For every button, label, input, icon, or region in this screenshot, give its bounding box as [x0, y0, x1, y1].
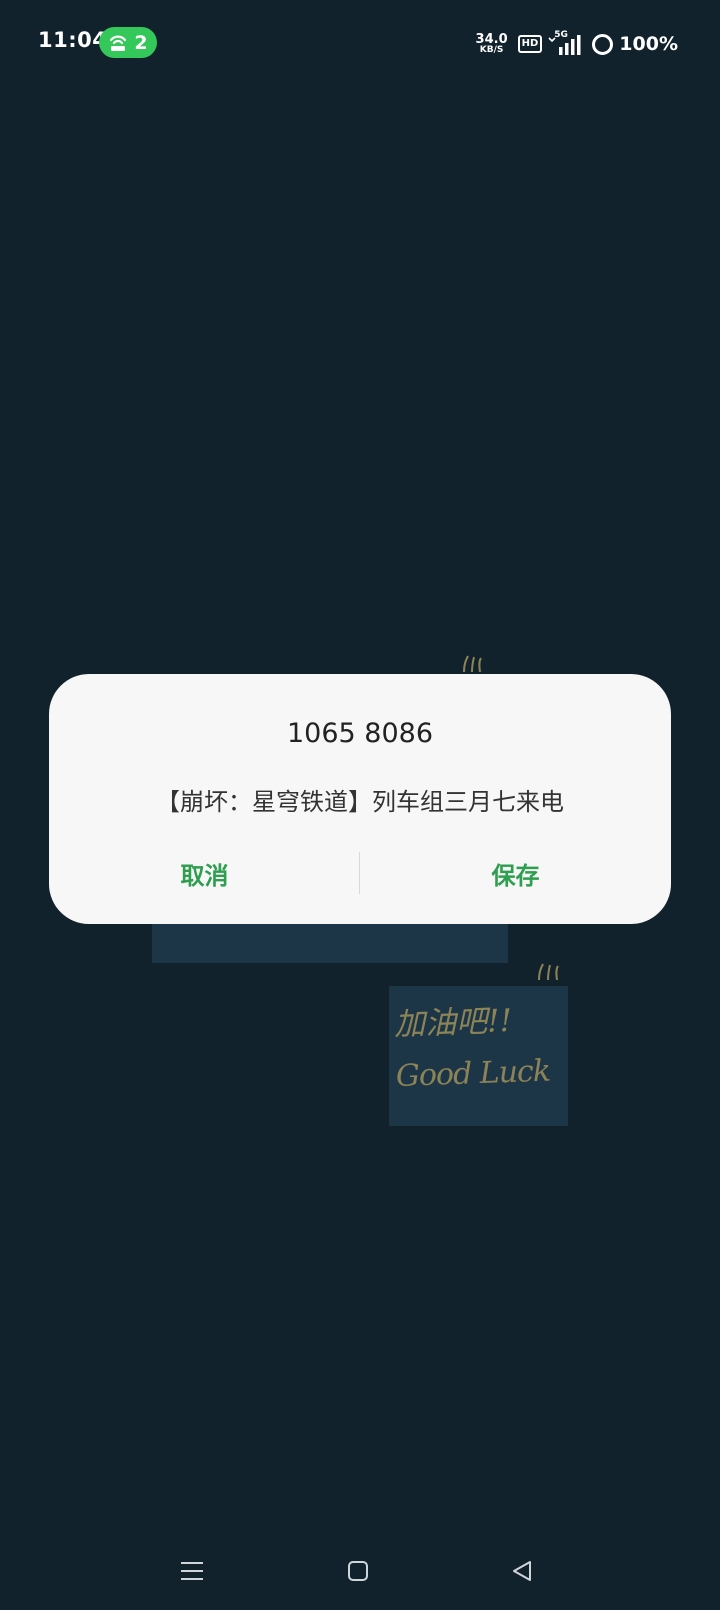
wallpaper-note-good-luck: 加油吧!! Good Luck: [389, 986, 568, 1126]
sprout-doodle-icon: [538, 963, 559, 981]
note-line-2: Good Luck: [395, 1053, 551, 1094]
save-button[interactable]: 保存: [360, 850, 671, 896]
cancel-button[interactable]: 取消: [49, 850, 360, 896]
status-time: 11:04: [38, 28, 108, 52]
home-icon: [348, 1561, 368, 1581]
menu-icon: [181, 1562, 203, 1580]
hotspot-icon: [110, 35, 127, 51]
navigation-bar: [0, 1548, 720, 1594]
incoming-message-dialog: 1065 8086 【崩坏：星穹铁道】列车组三月七来电 取消 保存: [49, 674, 671, 924]
signal-bars-icon: [548, 35, 581, 55]
dialog-title: 1065 8086: [286, 718, 433, 749]
note-line-1: 加油吧!!: [393, 1002, 513, 1043]
status-bar: 11:04 2 34.0 KB/S HD 5G 100%: [0, 0, 720, 88]
signal-indicator: 5G: [548, 30, 584, 56]
home-button[interactable]: [335, 1548, 381, 1594]
sprout-doodle-icon: [463, 655, 482, 673]
battery-ring-icon: [592, 33, 614, 55]
good-luck-handwriting: 加油吧!! Good Luck: [393, 993, 567, 1103]
network-speed-unit: KB/S: [479, 45, 504, 55]
back-icon: [513, 1561, 531, 1581]
hotspot-indicator[interactable]: 2: [99, 27, 157, 58]
dialog-buttons: 取消 保存: [49, 850, 671, 896]
battery-percent: 100%: [619, 33, 678, 55]
dialog-message: 【崩坏：星穹铁道】列车组三月七来电: [156, 788, 564, 816]
hd-badge: HD: [517, 35, 543, 53]
recent-apps-button[interactable]: [169, 1548, 215, 1594]
network-speed: 34.0 KB/S: [476, 33, 508, 55]
back-button[interactable]: [499, 1548, 545, 1594]
hotspot-count: 2: [134, 31, 148, 54]
status-icons: 34.0 KB/S HD 5G 100%: [476, 30, 678, 58]
